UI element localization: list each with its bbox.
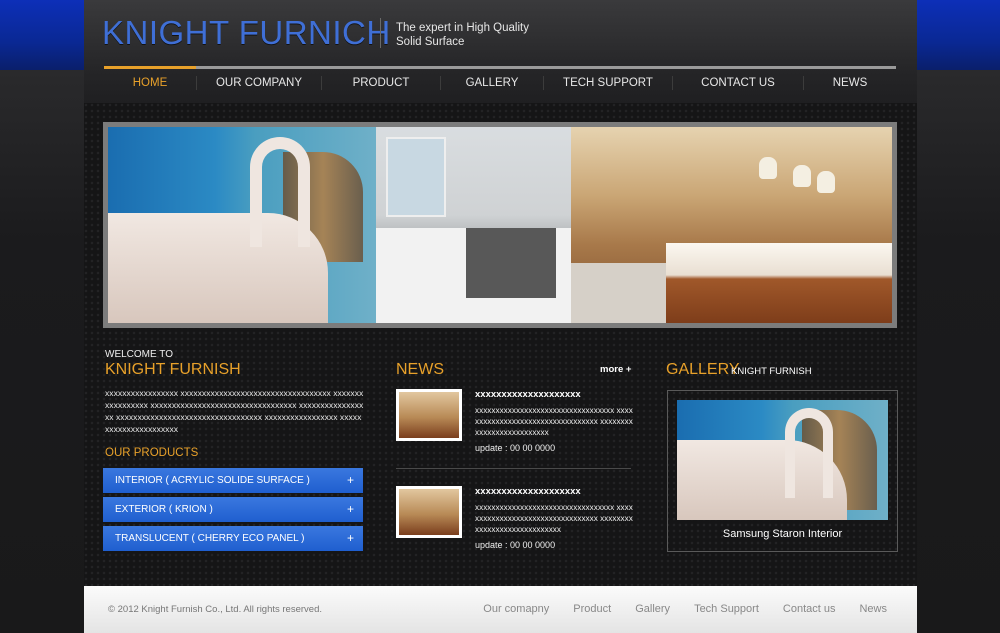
tagline-line-2: Solid Surface xyxy=(396,36,465,48)
news-title: NEWS xyxy=(396,361,444,378)
news-body: xxxxxxxxxxxxxxxxxxxxxxxxxxxxxxxxxx xxxxx… xyxy=(475,503,633,534)
plus-icon: + xyxy=(346,502,354,516)
footer-link-gallery[interactable]: Gallery xyxy=(635,603,670,615)
main-content: WELCOME TO KNIGHT FURNISH xxxxxxxxxxxxxx… xyxy=(84,103,917,586)
welcome-text: xxxxxxxxxxxxxxxxx xxxxxxxxxxxxxxxxxxxxxx… xyxy=(105,388,364,434)
product-button-label: INTERIOR ( ACRYLIC SOLIDE SURFACE ) xyxy=(115,475,310,486)
counter-arch-shape xyxy=(250,137,310,247)
nav-item-home[interactable]: HOME xyxy=(104,69,196,97)
footer-link-our-company[interactable]: Our comapny xyxy=(483,603,549,615)
tagline: The expert in High Quality Solid Surface xyxy=(396,21,529,49)
product-button-interior[interactable]: INTERIOR ( ACRYLIC SOLIDE SURFACE ) + xyxy=(103,468,363,493)
footer: © 2012 Knight Furnish Co., Ltd. All righ… xyxy=(84,586,917,633)
products-title: OUR PRODUCTS xyxy=(105,447,199,459)
hero-banner xyxy=(103,122,897,328)
news-date: update : 00 00 0000 xyxy=(475,443,556,453)
footer-link-tech-support[interactable]: Tech Support xyxy=(694,603,759,615)
page-container: KNIGHT FURNICH The expert in High Qualit… xyxy=(84,0,917,633)
footer-link-product[interactable]: Product xyxy=(573,603,611,615)
nav-item-product[interactable]: PRODUCT xyxy=(322,69,440,97)
plus-icon: + xyxy=(346,473,354,487)
news-item[interactable]: xxxxxxxxxxxxxxxxxxxx xxxxxxxxxxxxxxxxxxx… xyxy=(396,389,634,459)
banner-images xyxy=(108,127,892,323)
product-button-translucent[interactable]: TRANSLUCENT ( CHERRY ECO PANEL ) + xyxy=(103,526,363,551)
pendant-lamp-shape xyxy=(793,165,811,187)
welcome-label: WELCOME TO xyxy=(105,349,173,360)
product-button-label: TRANSLUCENT ( CHERRY ECO PANEL ) xyxy=(115,533,305,544)
footer-links: Our comapny Product Gallery Tech Support… xyxy=(483,603,887,615)
news-thumbnail[interactable] xyxy=(396,389,462,441)
banner-image-reception-counter xyxy=(108,127,376,323)
counter-arch-shape xyxy=(785,408,833,498)
nav-item-contact-us[interactable]: CONTACT US xyxy=(673,69,803,97)
gallery-subtitle: KNIGHT FURNISH xyxy=(731,366,812,377)
gallery-image[interactable] xyxy=(677,400,888,520)
header: KNIGHT FURNICH The expert in High Qualit… xyxy=(84,0,917,103)
news-item[interactable]: xxxxxxxxxxxxxxxxxxxx xxxxxxxxxxxxxxxxxxx… xyxy=(396,486,634,556)
banner-image-living-room xyxy=(571,127,892,323)
gallery-box[interactable]: Samsung Staron Interior xyxy=(667,390,898,552)
news-thumbnail[interactable] xyxy=(396,486,462,538)
gallery-caption: Samsung Staron Interior xyxy=(722,528,843,540)
news-more-link[interactable]: more + xyxy=(600,364,631,375)
main-nav: HOME OUR COMPANY PRODUCT GALLERY TECH SU… xyxy=(104,69,896,97)
nav-item-gallery[interactable]: GALLERY xyxy=(441,69,543,97)
kitchen-oven-shape xyxy=(466,228,556,298)
product-button-exterior[interactable]: EXTERIOR ( KRION ) + xyxy=(103,497,363,522)
site-logo[interactable]: KNIGHT FURNICH xyxy=(102,14,391,52)
plus-icon: + xyxy=(346,531,354,545)
island-counter-shape xyxy=(666,243,892,323)
nav-item-our-company[interactable]: OUR COMPANY xyxy=(197,69,321,97)
news-headline[interactable]: xxxxxxxxxxxxxxxxxxxx xyxy=(475,389,581,400)
news-headline[interactable]: xxxxxxxxxxxxxxxxxxxx xyxy=(475,486,581,497)
nav-item-news[interactable]: NEWS xyxy=(804,69,896,97)
tagline-line-1: The expert in High Quality xyxy=(396,22,529,34)
copyright-text: © 2012 Knight Furnish Co., Ltd. All righ… xyxy=(108,604,322,615)
kitchen-window-shape xyxy=(386,137,446,217)
nav-item-tech-support[interactable]: TECH SUPPORT xyxy=(544,69,672,97)
product-button-label: EXTERIOR ( KRION ) xyxy=(115,504,213,515)
welcome-title: KNIGHT FURNISH xyxy=(105,361,241,378)
news-divider xyxy=(396,468,631,469)
gallery-title: GALLERY xyxy=(666,361,740,378)
footer-link-contact-us[interactable]: Contact us xyxy=(783,603,836,615)
news-body: xxxxxxxxxxxxxxxxxxxxxxxxxxxxxxxxxx xxxxx… xyxy=(475,406,633,437)
footer-link-news[interactable]: News xyxy=(859,603,887,615)
logo-divider xyxy=(380,18,381,48)
banner-image-kitchen xyxy=(376,127,571,323)
news-date: update : 00 00 0000 xyxy=(475,540,556,550)
pendant-lamp-shape xyxy=(759,157,777,179)
pendant-lamp-shape xyxy=(817,171,835,193)
